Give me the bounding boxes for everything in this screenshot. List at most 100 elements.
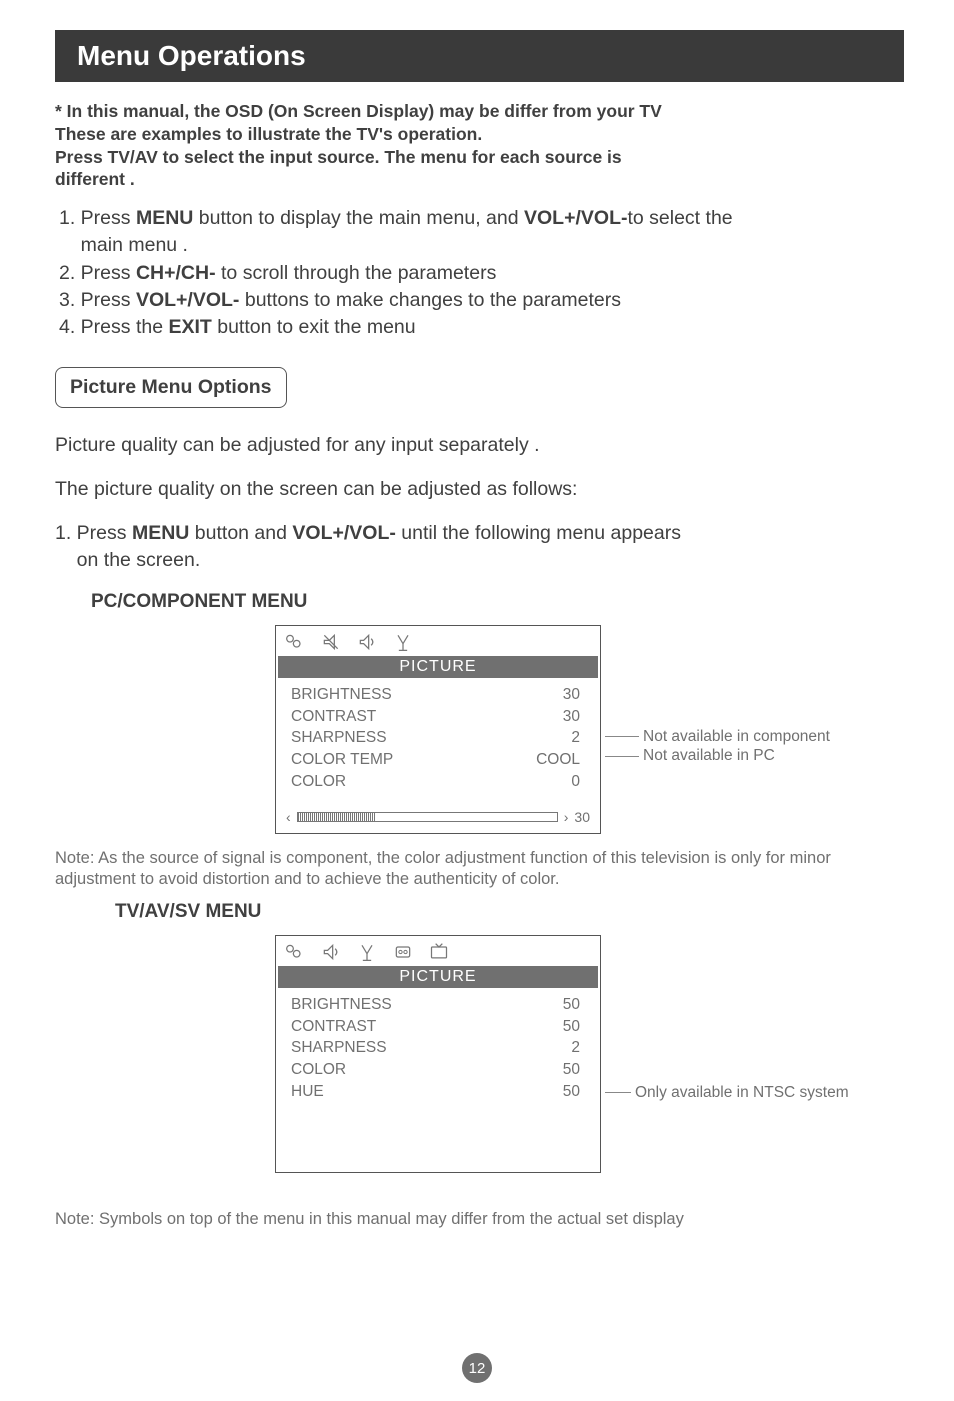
exit-key: EXIT <box>168 316 211 338</box>
text: on the screen. <box>55 547 904 573</box>
antenna-icon <box>392 632 414 652</box>
text: to select the <box>627 207 732 229</box>
note-text: Note: As the source of signal is compone… <box>55 848 904 891</box>
menu-key: MENU <box>132 522 189 544</box>
vol-key: VOL+/VOL- <box>292 522 395 544</box>
paragraph: 1. Press MENU button and VOL+/VOL- until… <box>55 520 904 573</box>
chevron-right-icon: › <box>564 809 569 825</box>
sound-icon <box>320 632 342 652</box>
antenna-icon <box>356 942 378 962</box>
text: 1. Press <box>59 207 136 229</box>
intro-line: Press TV/AV to select the input source. … <box>55 146 904 169</box>
page-number-badge: 12 <box>462 1353 492 1383</box>
osd-menu-box: PICTURE BRIGHTNESS50 CONTRAST50 SHARPNES… <box>275 935 601 1173</box>
table-row: BRIGHTNESS50 <box>290 994 588 1016</box>
subheading-tv-av-sv: TV/AV/SV MENU <box>115 901 904 923</box>
osd-table: BRIGHTNESS30 CONTRAST30 SHARPNESS2 COLOR… <box>290 684 588 793</box>
vol-key: VOL+/VOL- <box>524 207 627 229</box>
callout-leader-line <box>605 1092 631 1093</box>
manual-page: Menu Operations * In this manual, the OS… <box>0 0 954 1401</box>
param-label: COLOR TEMP <box>290 749 488 771</box>
param-label: SHARPNESS <box>290 727 488 749</box>
param-label: BRIGHTNESS <box>290 684 488 706</box>
steps-list: 1. Press MENU button to display the main… <box>59 205 904 341</box>
note-text: Note: Symbols on top of the menu in this… <box>55 1209 904 1230</box>
text: 1. Press <box>55 522 132 544</box>
callout-leader-line <box>605 756 639 757</box>
list-item: 2. Press CH+/CH- to scroll through the p… <box>59 260 904 286</box>
param-value: 50 <box>527 994 588 1016</box>
text: 3. Press <box>59 289 136 311</box>
table-row: COLOR TEMPCOOL <box>290 749 588 771</box>
text: button and <box>189 522 292 544</box>
text: button to display the main menu, and <box>193 207 524 229</box>
param-value: 50 <box>527 1081 588 1103</box>
list-item: 1. Press MENU button to display the main… <box>59 205 904 231</box>
page-number: 12 <box>469 1360 486 1377</box>
callout-text: Only available in NTSC system <box>635 1084 849 1102</box>
channel-icon <box>392 942 414 962</box>
param-value: 2 <box>488 727 588 749</box>
param-label: COLOR <box>290 771 488 793</box>
callout-row: Not available in component <box>605 727 830 746</box>
page-title: Menu Operations <box>77 40 306 71</box>
param-value: 2 <box>527 1037 588 1059</box>
osd-icon-row <box>276 626 600 656</box>
intro-block: * In this manual, the OSD (On Screen Dis… <box>55 100 904 191</box>
osd-tab-label: PICTURE <box>278 966 598 988</box>
osd-callouts: Not available in component Not available… <box>605 727 830 766</box>
chevron-left-icon: ‹ <box>286 809 291 825</box>
slider-fill <box>298 813 376 821</box>
param-value: 50 <box>527 1016 588 1038</box>
text: buttons to make changes to the parameter… <box>239 289 621 311</box>
param-value: 0 <box>488 771 588 793</box>
param-label: COLOR <box>290 1059 527 1081</box>
page-title-bar: Menu Operations <box>55 30 904 82</box>
callout-leader-line <box>605 736 639 737</box>
list-item-cont: main menu . <box>59 232 904 258</box>
table-row: CONTRAST50 <box>290 1016 588 1038</box>
picture-icon <box>284 942 306 962</box>
paragraph: Picture quality can be adjusted for any … <box>55 432 904 458</box>
osd-slider: ‹ › 30 <box>276 799 600 833</box>
subheading-pc-component: PC/COMPONENT MENU <box>91 591 904 613</box>
osd-icon-row <box>276 936 600 966</box>
table-row: BRIGHTNESS30 <box>290 684 588 706</box>
osd-menu-box: PICTURE BRIGHTNESS30 CONTRAST30 SHARPNES… <box>275 625 601 834</box>
osd-example-2: PICTURE BRIGHTNESS50 CONTRAST50 SHARPNES… <box>275 935 904 1173</box>
param-value: 50 <box>527 1059 588 1081</box>
param-label: BRIGHTNESS <box>290 994 527 1016</box>
table-row: CONTRAST30 <box>290 706 588 728</box>
table-row: SHARPNESS2 <box>290 1037 588 1059</box>
list-item: 4. Press the EXIT button to exit the men… <box>59 314 904 340</box>
slider-value: 30 <box>574 809 590 825</box>
table-row: HUE50 <box>290 1081 588 1103</box>
osd-table: BRIGHTNESS50 CONTRAST50 SHARPNESS2 COLOR… <box>290 994 588 1103</box>
text: 2. Press <box>59 262 136 284</box>
picture-icon <box>284 632 306 652</box>
callout-text: Not available in component <box>643 727 830 746</box>
intro-line: * In this manual, the OSD (On Screen Dis… <box>55 100 904 123</box>
callout-text: Not available in PC <box>643 746 775 765</box>
osd-body: BRIGHTNESS30 CONTRAST30 SHARPNESS2 COLOR… <box>276 678 600 799</box>
osd-callouts: Only available in NTSC system <box>605 1084 849 1102</box>
param-label: CONTRAST <box>290 1016 527 1038</box>
param-label: HUE <box>290 1081 527 1103</box>
speaker-icon <box>320 942 342 962</box>
osd-body: BRIGHTNESS50 CONTRAST50 SHARPNESS2 COLOR… <box>276 988 600 1139</box>
osd-tab-label: PICTURE <box>278 656 598 678</box>
param-value: COOL <box>488 749 588 771</box>
osd-example-1: PICTURE BRIGHTNESS30 CONTRAST30 SHARPNES… <box>275 625 904 834</box>
section-label: Picture Menu Options <box>55 367 287 408</box>
ch-key: CH+/CH- <box>136 262 216 284</box>
text: 4. Press the <box>59 316 168 338</box>
param-value: 30 <box>488 684 588 706</box>
speaker-icon <box>356 632 378 652</box>
table-row: COLOR0 <box>290 771 588 793</box>
vol-key: VOL+/VOL- <box>136 289 239 311</box>
text: to scroll through the parameters <box>216 262 497 284</box>
table-row: COLOR50 <box>290 1059 588 1081</box>
callout-row: Not available in PC <box>605 746 830 765</box>
text: until the following menu appears <box>396 522 681 544</box>
menu-key: MENU <box>136 207 193 229</box>
